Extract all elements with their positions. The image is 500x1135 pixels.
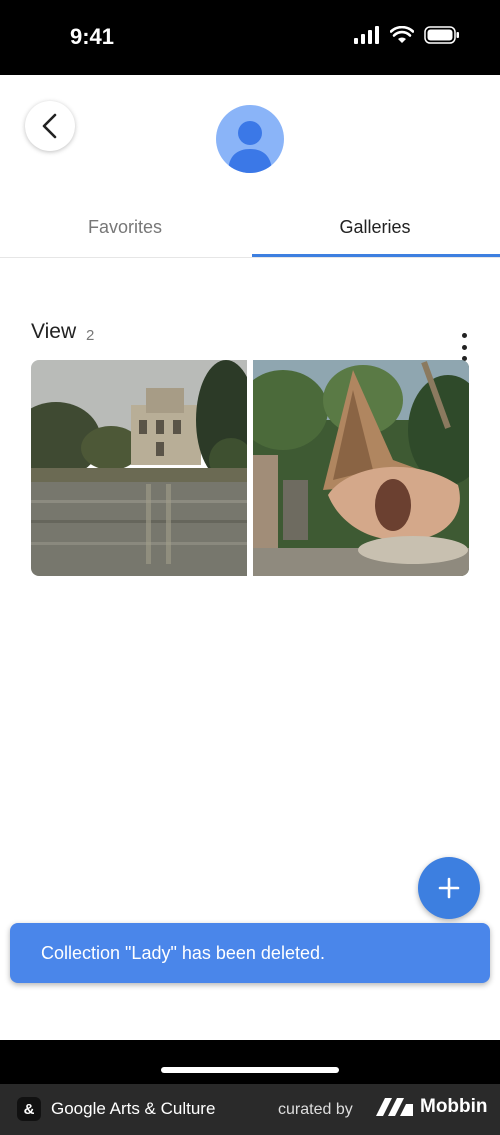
back-button[interactable]	[25, 101, 75, 151]
plus-icon	[438, 877, 460, 899]
wifi-icon	[390, 26, 414, 43]
status-icons	[354, 26, 460, 44]
status-bar: 9:41	[0, 0, 500, 75]
signal-icon	[354, 26, 379, 44]
chevron-left-icon	[42, 113, 57, 139]
lakeside-villa-photo	[31, 360, 247, 576]
wooden-sculpture-photo	[253, 360, 469, 576]
battery-icon	[424, 26, 459, 44]
mobbin-logo-icon	[376, 1098, 413, 1116]
add-gallery-button[interactable]	[418, 857, 480, 919]
gallery-title: View	[31, 320, 77, 343]
footer-app-name: Google Arts & Culture	[51, 1099, 216, 1118]
snackbar: Collection "Lady" has been deleted.	[10, 923, 490, 983]
snackbar-message: Collection "Lady" has been deleted.	[41, 942, 325, 963]
person-icon	[228, 121, 272, 173]
more-options-button[interactable]	[452, 333, 476, 361]
profile-avatar	[216, 105, 284, 173]
app-screen: Favorites Galleries View 2 Collection "L…	[0, 75, 500, 1040]
footer-curated-by: curated by	[278, 1101, 353, 1118]
status-time: 9:41	[70, 24, 115, 49]
home-indicator-area	[0, 1040, 500, 1084]
more-vert-icon	[461, 333, 467, 338]
gallery-card[interactable]	[31, 360, 469, 576]
mobbin-label: Mobbin	[420, 1096, 488, 1117]
tab-galleries[interactable]: Galleries	[250, 197, 500, 257]
ampersand-logo-icon: &	[17, 1097, 41, 1121]
footer-bar: & Google Arts & Culture curated by Mobbi…	[0, 1084, 500, 1135]
home-indicator[interactable]	[161, 1067, 339, 1073]
gallery-count: 2	[86, 327, 95, 344]
tab-selected-indicator	[252, 254, 500, 257]
mobbin-brand: Mobbin	[376, 1096, 488, 1118]
tab-bar: Favorites Galleries	[0, 197, 500, 258]
tab-favorites[interactable]: Favorites	[0, 197, 250, 257]
